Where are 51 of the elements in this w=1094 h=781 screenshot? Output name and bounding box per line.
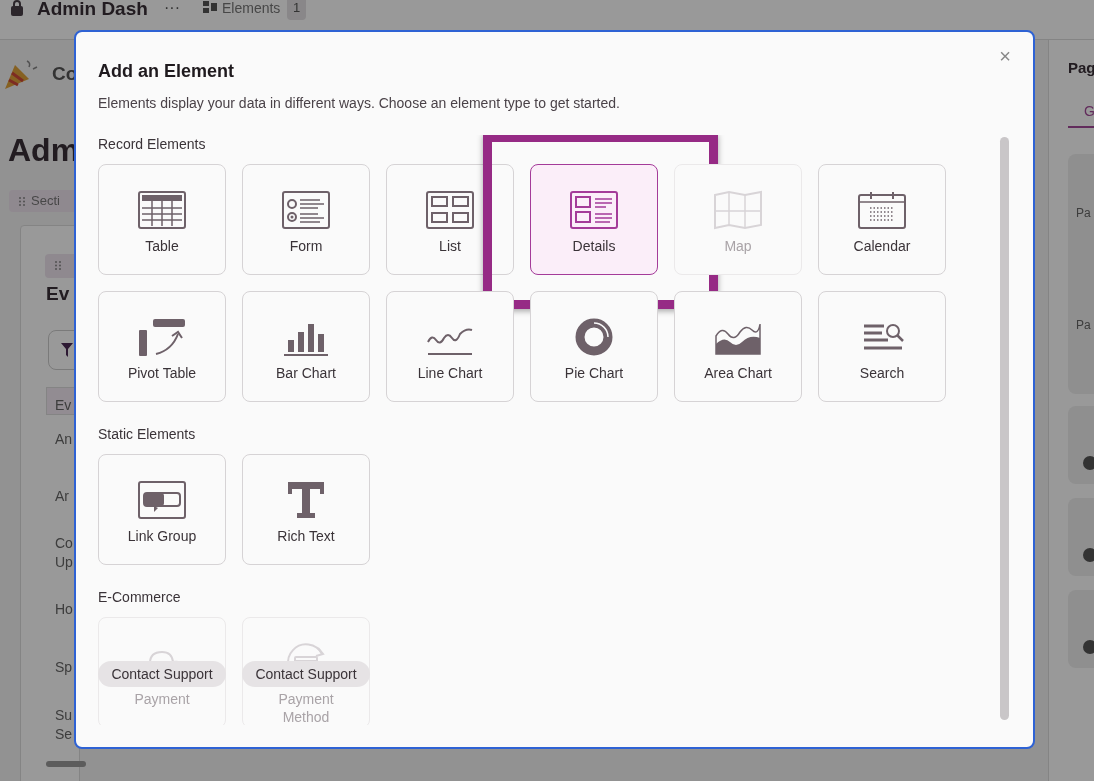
table-cell: An	[55, 430, 73, 449]
details-icon	[570, 191, 618, 229]
element-option[interactable]: Details	[530, 164, 658, 275]
form-icon	[282, 191, 330, 229]
calendar-icon	[858, 191, 906, 229]
toggle-knob[interactable]	[1083, 456, 1094, 470]
element-option[interactable]: Search	[818, 291, 946, 402]
field-label: Pa	[1076, 317, 1091, 334]
grip-icon	[55, 261, 61, 270]
elements-icon	[203, 1, 217, 13]
field-label: Pa	[1076, 205, 1091, 222]
table-cell: Sp	[55, 658, 73, 677]
table-cell: Ho	[55, 600, 73, 619]
element-option[interactable]: Line Chart	[386, 291, 514, 402]
map-icon	[714, 191, 762, 229]
toggle-knob[interactable]	[1083, 640, 1094, 654]
scrollbar[interactable]	[1000, 137, 1009, 720]
element-option[interactable]: Pie Chart	[530, 291, 658, 402]
panel-title: Pag	[1068, 58, 1094, 78]
column-header: Ev	[55, 397, 72, 413]
count-badge: 1	[287, 0, 307, 20]
element-option[interactable]: Pivot Table	[98, 291, 226, 402]
table-icon	[138, 191, 186, 229]
section-label: Secti	[31, 192, 60, 211]
element-option[interactable]: Table	[98, 164, 226, 275]
dialog-description: Elements display your data in different ways. Choose an element type to get started.	[98, 94, 620, 113]
element-option[interactable]: Link Group	[98, 454, 226, 565]
section-heading: E-Commerce	[98, 588, 181, 606]
element-option[interactable]: Bar Chart	[242, 291, 370, 402]
pivot-table-icon	[138, 318, 186, 356]
element-option[interactable]: Calendar	[818, 164, 946, 275]
lock-icon	[10, 0, 24, 16]
list-icon	[426, 191, 474, 229]
section-heading: Record Elements	[98, 135, 206, 153]
section-heading: Static Elements	[98, 425, 196, 443]
grip-icon	[19, 196, 25, 206]
element-heading: Ev	[46, 282, 70, 306]
link-group-icon	[138, 481, 186, 519]
element-option[interactable]: Area Chart	[674, 291, 802, 402]
more-menu[interactable]: ···	[164, 0, 180, 20]
dialog-title: Add an Element	[98, 60, 235, 83]
app-title: Admin Dash	[37, 0, 148, 21]
element-option[interactable]: List	[386, 164, 514, 275]
table-cell: Su Se	[55, 706, 73, 744]
close-button[interactable]: ×	[993, 44, 1017, 68]
table-cell: Co Up	[55, 534, 73, 572]
element-option[interactable]: Rich Text	[242, 454, 370, 565]
panel-tab[interactable]: G	[1084, 101, 1094, 122]
table-cell: Ar	[55, 487, 69, 506]
toggle-knob[interactable]	[1083, 548, 1094, 562]
element-option[interactable]: Form	[242, 164, 370, 275]
